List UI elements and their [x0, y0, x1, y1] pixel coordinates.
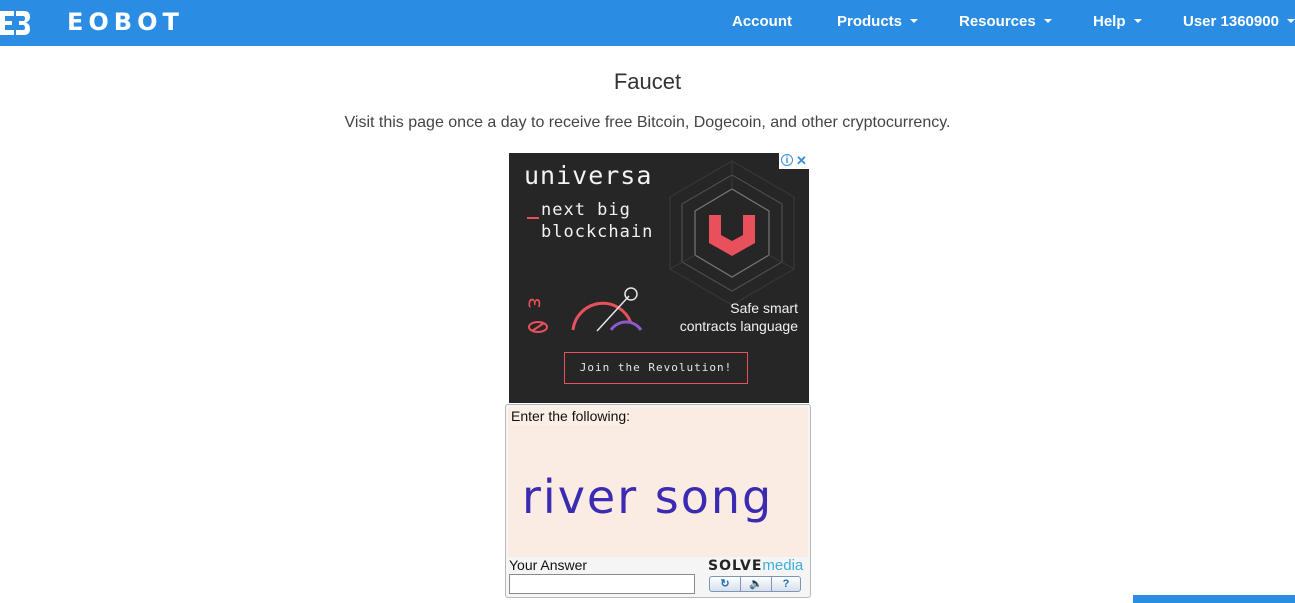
ad-tagline: next big blockchain	[541, 199, 653, 243]
caret-down-icon	[1286, 19, 1295, 24]
ad-tagline-line1: next big	[541, 200, 631, 220]
solvemedia-captcha: Enter the following: river song Your Ans…	[505, 404, 811, 598]
caret-down-icon	[1133, 19, 1142, 24]
help-icon[interactable]: ?	[771, 577, 800, 591]
ad-underscore-mark	[527, 217, 539, 219]
eobot-logo-icon[interactable]	[0, 8, 30, 38]
captcha-answer-input[interactable]	[509, 574, 695, 594]
ad-gauge-illustration-icon: ε	[524, 287, 643, 333]
nav-resources[interactable]: Resources	[959, 0, 1052, 46]
ad-info-icon[interactable]: i	[781, 154, 793, 166]
captcha-instruction: Enter the following:	[511, 408, 631, 425]
page-title: Faucet	[613, 69, 682, 94]
ad-tagline-line2: blockchain	[541, 222, 654, 242]
page-subtitle: Visit this page once a day to receive fr…	[344, 114, 951, 131]
solvemedia-logo-part2: media	[762, 557, 804, 574]
nav-products-label: Products	[837, 13, 903, 30]
audio-icon[interactable]: 🔈	[740, 577, 772, 591]
ad-close-icon[interactable]: ✕	[796, 153, 807, 168]
ad-side-line1: Safe smart	[730, 300, 798, 316]
captcha-answer-label: Your Answer	[509, 557, 588, 573]
caret-down-icon	[910, 19, 919, 24]
universa-ad-banner[interactable]: universa next big blockchain ε Safe smar…	[509, 153, 809, 403]
corner-blue-bar	[1133, 595, 1295, 603]
nav-account-label: Account	[732, 13, 792, 30]
refresh-icon[interactable]: ↻	[710, 577, 740, 591]
nav-resources-label: Resources	[959, 13, 1036, 30]
solvemedia-logo[interactable]: SOLVEmedia	[708, 556, 803, 575]
nav-user[interactable]: User 1360900	[1183, 0, 1295, 46]
captcha-controls: ↻ 🔈 ?	[709, 576, 801, 592]
captcha-words: river song	[522, 470, 774, 524]
svg-text:ε: ε	[524, 297, 548, 309]
ad-side-text: Safe smart contracts language	[680, 299, 798, 335]
nav-help[interactable]: Help	[1093, 0, 1142, 46]
captcha-image: Enter the following: river song	[508, 407, 808, 557]
solvemedia-logo-part1: SOLVE	[708, 558, 763, 574]
nav-user-label: User 1360900	[1183, 13, 1279, 30]
ad-cta-button[interactable]: Join the Revolution!	[564, 352, 748, 384]
nav-products[interactable]: Products	[837, 0, 919, 46]
nav-account[interactable]: Account	[732, 0, 792, 46]
ad-side-line2: contracts language	[679, 318, 798, 334]
universa-hexagon-logo-icon	[669, 160, 795, 306]
top-navbar: EOBOT Account Products Resources Help Us…	[0, 0, 1295, 46]
nav-help-label: Help	[1093, 13, 1126, 30]
ad-choices[interactable]: i ✕	[779, 153, 809, 169]
brand-name[interactable]: EOBOT	[67, 8, 184, 36]
caret-down-icon	[1043, 19, 1052, 24]
ad-brand-name: universa	[524, 161, 653, 190]
